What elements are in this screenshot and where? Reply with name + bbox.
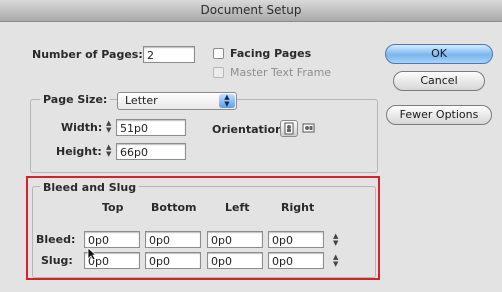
select-arrows-icon: ▲ ▼	[219, 94, 235, 108]
number-of-pages-label: Number of Pages:	[32, 48, 143, 61]
page-size-value: Letter	[125, 94, 158, 107]
ok-button[interactable]: OK	[385, 44, 493, 64]
document-setup-dialog: Document Setup Number of Pages: 2 Facing…	[0, 0, 502, 292]
window-title: Document Setup	[200, 3, 302, 17]
number-of-pages-field[interactable]: 2	[143, 46, 195, 63]
highlight-box	[26, 176, 380, 280]
page-size-group	[30, 99, 378, 173]
landscape-orientation-icon[interactable]	[301, 120, 319, 137]
width-stepper-icon[interactable]: ▲ ▼	[106, 120, 111, 134]
height-label: Height:	[56, 145, 102, 158]
mouse-pointer-icon	[87, 246, 98, 265]
master-text-frame-checkbox[interactable]	[213, 67, 224, 78]
portrait-orientation-icon[interactable]	[280, 120, 298, 137]
orientation-label: Orientation:	[212, 123, 288, 136]
facing-pages-label: Facing Pages	[230, 47, 312, 60]
page-size-select[interactable]: Letter ▲ ▼	[117, 92, 237, 110]
fewer-options-button[interactable]: Fewer Options	[386, 105, 492, 125]
height-field[interactable]: 66p0	[116, 143, 186, 160]
facing-pages-checkbox[interactable]	[213, 48, 224, 59]
title-bar[interactable]: Document Setup	[0, 0, 502, 22]
cancel-button[interactable]: Cancel	[393, 71, 485, 91]
page-size-label: Page Size:	[40, 93, 111, 106]
master-text-frame-label: Master Text Frame	[230, 66, 332, 79]
width-label: Width:	[61, 121, 103, 134]
height-stepper-icon[interactable]: ▲ ▼	[106, 144, 111, 158]
width-field[interactable]: 51p0	[116, 119, 186, 136]
